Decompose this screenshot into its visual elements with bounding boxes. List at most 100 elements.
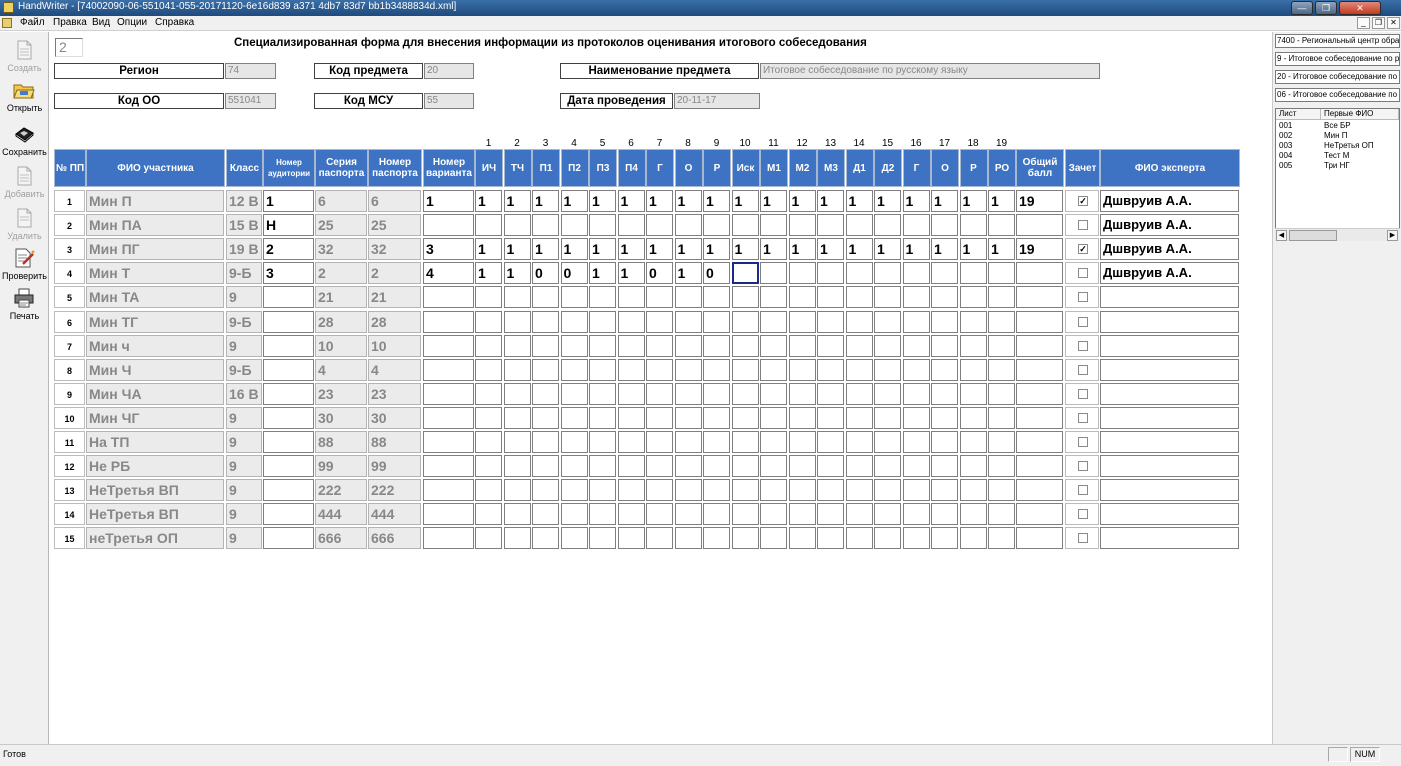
score-input[interactable] [617, 527, 645, 550]
class-cell[interactable]: 9-Б [226, 262, 262, 285]
score-input[interactable] [845, 406, 873, 429]
score-input[interactable] [817, 406, 844, 429]
delete-button[interactable]: Удалить [0, 204, 49, 244]
score-input[interactable] [617, 431, 645, 453]
score-input[interactable] [959, 527, 987, 550]
score-input[interactable] [589, 214, 616, 237]
score-input[interactable] [475, 214, 502, 237]
score-input[interactable] [817, 214, 844, 237]
subject-name-field[interactable]: Итоговое собеседование по русскому языку [760, 63, 1100, 79]
pass-checkbox[interactable] [1078, 388, 1088, 399]
scroll-left-icon[interactable]: ◀ [1276, 230, 1287, 241]
passport-number-cell[interactable]: 32 [368, 238, 421, 261]
score-input[interactable] [931, 479, 958, 502]
room-input[interactable] [263, 455, 314, 478]
participant-name[interactable]: неТретья ОП [86, 527, 224, 550]
participant-name[interactable]: Мин ТА [86, 286, 224, 309]
score-input[interactable] [475, 527, 502, 550]
score-input[interactable] [532, 358, 559, 381]
passport-number-cell[interactable]: 99 [368, 455, 421, 478]
score-input[interactable] [475, 503, 502, 526]
score-input[interactable] [760, 455, 787, 478]
score-input[interactable]: 1 [817, 238, 844, 261]
score-input[interactable] [988, 334, 1015, 357]
passport-series-cell[interactable]: 6 [315, 190, 367, 212]
score-input[interactable] [503, 406, 531, 429]
score-input[interactable]: 1 [760, 238, 787, 261]
score-input[interactable] [988, 431, 1015, 453]
score-input[interactable] [589, 527, 616, 550]
pass-checkbox[interactable] [1078, 220, 1088, 231]
score-input[interactable]: 1 [988, 190, 1015, 212]
score-input[interactable] [931, 214, 958, 237]
score-input[interactable] [788, 431, 816, 453]
sheet-list-item[interactable]: 005 Три НГ [1276, 161, 1399, 171]
score-input[interactable] [788, 310, 816, 333]
score-input[interactable] [589, 479, 616, 502]
score-input[interactable] [503, 503, 531, 526]
score-input[interactable] [503, 334, 531, 357]
expert-name-input[interactable] [1100, 527, 1239, 550]
passport-series-cell[interactable]: 222 [315, 479, 367, 502]
score-input[interactable]: 1 [560, 190, 588, 212]
score-input[interactable] [874, 286, 901, 309]
score-input[interactable] [788, 286, 816, 309]
expert-name-input[interactable] [1100, 503, 1239, 526]
score-input[interactable] [703, 310, 730, 333]
score-input[interactable] [503, 527, 531, 550]
score-input[interactable] [674, 527, 702, 550]
score-input[interactable] [931, 455, 958, 478]
score-input[interactable] [646, 503, 673, 526]
score-input[interactable] [674, 214, 702, 237]
passport-number-cell[interactable]: 21 [368, 286, 421, 309]
total-score-input[interactable] [1016, 334, 1063, 357]
variant-input[interactable] [423, 334, 474, 357]
score-input[interactable] [874, 382, 901, 405]
variant-input[interactable] [423, 214, 474, 237]
sheet-list-item[interactable]: 003 НеТретья ОП [1276, 141, 1399, 151]
score-input[interactable] [845, 214, 873, 237]
score-input[interactable] [617, 310, 645, 333]
pass-checkbox[interactable] [1078, 364, 1088, 375]
score-input[interactable] [817, 286, 844, 309]
score-input[interactable]: 1 [617, 238, 645, 261]
total-score-input[interactable]: 19 [1016, 190, 1063, 212]
score-input[interactable] [959, 455, 987, 478]
score-input[interactable] [532, 310, 559, 333]
score-input[interactable] [788, 262, 816, 285]
score-input[interactable] [760, 310, 787, 333]
score-input[interactable] [731, 527, 759, 550]
total-score-input[interactable] [1016, 503, 1063, 526]
print-button[interactable]: Печать [0, 284, 49, 324]
maximize-button[interactable]: ❐ [1315, 1, 1337, 15]
score-input[interactable]: 1 [731, 190, 759, 212]
score-input[interactable] [959, 406, 987, 429]
score-input[interactable] [560, 406, 588, 429]
class-cell[interactable]: 9 [226, 479, 262, 502]
score-input[interactable] [503, 431, 531, 453]
passport-number-cell[interactable]: 222 [368, 479, 421, 502]
score-input[interactable] [874, 527, 901, 550]
score-input[interactable]: 1 [874, 190, 901, 212]
score-input[interactable] [931, 310, 958, 333]
score-input[interactable] [874, 479, 901, 502]
score-input[interactable] [532, 455, 559, 478]
rcoi-field[interactable]: 7400 - Региональный центр обработки инфо… [1275, 34, 1400, 48]
score-input[interactable] [674, 334, 702, 357]
class-cell[interactable]: 9-Б [226, 358, 262, 381]
score-input[interactable] [646, 406, 673, 429]
total-score-input[interactable] [1016, 431, 1063, 453]
mdi-minimize-button[interactable]: _ [1357, 17, 1370, 29]
score-input[interactable] [646, 286, 673, 309]
passport-number-cell[interactable]: 444 [368, 503, 421, 526]
expert-name-input[interactable]: Дшвруив А.А. [1100, 262, 1239, 285]
expert-name-input[interactable] [1100, 286, 1239, 309]
score-input[interactable] [788, 455, 816, 478]
check-button[interactable]: Проверить [0, 244, 49, 284]
score-input[interactable] [674, 358, 702, 381]
subject-field[interactable]: 20 - Итоговое собеседование по русскому … [1275, 70, 1400, 84]
participant-name[interactable]: НеТретья ВП [86, 479, 224, 502]
score-input[interactable] [703, 455, 730, 478]
score-input[interactable] [731, 358, 759, 381]
score-input[interactable] [674, 431, 702, 453]
